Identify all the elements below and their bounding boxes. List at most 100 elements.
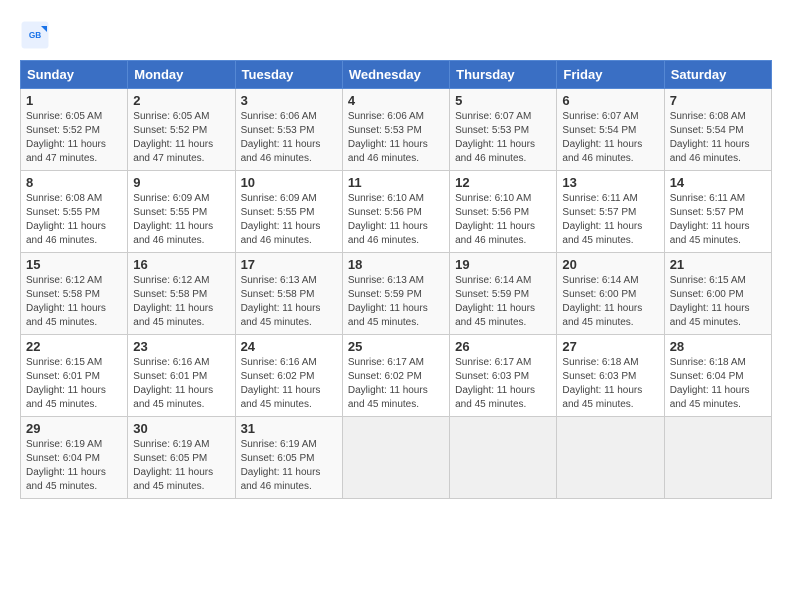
- day-number: 30: [133, 421, 229, 436]
- day-number: 25: [348, 339, 444, 354]
- day-number: 16: [133, 257, 229, 272]
- calendar-cell: 2 Sunrise: 6:05 AMSunset: 5:52 PMDaylight…: [128, 89, 235, 171]
- calendar-cell: 25 Sunrise: 6:17 AMSunset: 6:02 PMDayligh…: [342, 335, 449, 417]
- day-info: Sunrise: 6:05 AMSunset: 5:52 PMDaylight:…: [133, 110, 229, 166]
- header-cell-saturday: Saturday: [664, 61, 771, 89]
- calendar-cell: 8Sunrise: 6:08 AMSunset: 5:55 PMDaylight…: [21, 171, 128, 253]
- calendar-week-row: 15 Sunrise: 6:12 AMSunset: 5:58 PMDayligh…: [21, 253, 772, 335]
- calendar-cell: 6 Sunrise: 6:07 AMSunset: 5:54 PMDaylight…: [557, 89, 664, 171]
- day-info: Sunrise: 6:13 AMSunset: 5:58 PMDaylight:…: [241, 274, 337, 330]
- calendar-cell: 21 Sunrise: 6:15 AMSunset: 6:00 PMDayligh…: [664, 253, 771, 335]
- calendar-cell: 20 Sunrise: 6:14 AMSunset: 6:00 PMDayligh…: [557, 253, 664, 335]
- header-cell-monday: Monday: [128, 61, 235, 89]
- calendar-week-row: 29 Sunrise: 6:19 AMSunset: 6:04 PMDayligh…: [21, 417, 772, 499]
- day-info: Sunrise: 6:14 AMSunset: 6:00 PMDaylight:…: [562, 274, 658, 330]
- day-info: Sunrise: 6:17 AMSunset: 6:02 PMDaylight:…: [348, 356, 444, 412]
- day-info: Sunrise: 6:15 AMSunset: 6:00 PMDaylight:…: [670, 274, 766, 330]
- calendar-cell: 16 Sunrise: 6:12 AMSunset: 5:58 PMDayligh…: [128, 253, 235, 335]
- calendar-cell: 23 Sunrise: 6:16 AMSunset: 6:01 PMDayligh…: [128, 335, 235, 417]
- calendar-cell: 29 Sunrise: 6:19 AMSunset: 6:04 PMDayligh…: [21, 417, 128, 499]
- day-number: 1: [26, 93, 122, 108]
- day-number: 10: [241, 175, 337, 190]
- day-number: 11: [348, 175, 444, 190]
- day-number: 31: [241, 421, 337, 436]
- day-number: 28: [670, 339, 766, 354]
- day-info: Sunrise: 6:09 AMSunset: 5:55 PMDaylight:…: [241, 192, 337, 248]
- day-info: Sunrise: 6:08 AMSunset: 5:54 PMDaylight:…: [670, 110, 766, 166]
- header-cell-tuesday: Tuesday: [235, 61, 342, 89]
- calendar-cell: 12Sunrise: 6:10 AMSunset: 5:56 PMDayligh…: [450, 171, 557, 253]
- header-cell-wednesday: Wednesday: [342, 61, 449, 89]
- day-info: Sunrise: 6:16 AMSunset: 6:02 PMDaylight:…: [241, 356, 337, 412]
- day-number: 23: [133, 339, 229, 354]
- day-info: Sunrise: 6:11 AMSunset: 5:57 PMDaylight:…: [670, 192, 766, 248]
- logo: GB: [20, 20, 54, 50]
- day-info: Sunrise: 6:17 AMSunset: 6:03 PMDaylight:…: [455, 356, 551, 412]
- page-header: GB: [20, 20, 772, 50]
- day-number: 21: [670, 257, 766, 272]
- day-number: 27: [562, 339, 658, 354]
- header-cell-thursday: Thursday: [450, 61, 557, 89]
- day-info: Sunrise: 6:19 AMSunset: 6:05 PMDaylight:…: [133, 438, 229, 494]
- day-number: 6: [562, 93, 658, 108]
- day-number: 15: [26, 257, 122, 272]
- day-info: Sunrise: 6:18 AMSunset: 6:04 PMDaylight:…: [670, 356, 766, 412]
- day-number: 14: [670, 175, 766, 190]
- svg-text:GB: GB: [29, 31, 41, 40]
- day-number: 7: [670, 93, 766, 108]
- calendar-cell: 5 Sunrise: 6:07 AMSunset: 5:53 PMDaylight…: [450, 89, 557, 171]
- calendar-cell: 19Sunrise: 6:14 AMSunset: 5:59 PMDayligh…: [450, 253, 557, 335]
- day-info: Sunrise: 6:10 AMSunset: 5:56 PMDaylight:…: [455, 192, 551, 248]
- header-cell-sunday: Sunday: [21, 61, 128, 89]
- calendar-cell: [664, 417, 771, 499]
- day-info: Sunrise: 6:18 AMSunset: 6:03 PMDaylight:…: [562, 356, 658, 412]
- day-number: 2: [133, 93, 229, 108]
- day-number: 22: [26, 339, 122, 354]
- day-number: 18: [348, 257, 444, 272]
- day-info: Sunrise: 6:06 AMSunset: 5:53 PMDaylight:…: [241, 110, 337, 166]
- calendar-cell: 3Sunrise: 6:06 AMSunset: 5:53 PMDaylight…: [235, 89, 342, 171]
- calendar-cell: 4 Sunrise: 6:06 AMSunset: 5:53 PMDaylight…: [342, 89, 449, 171]
- day-number: 13: [562, 175, 658, 190]
- calendar-cell: 13 Sunrise: 6:11 AMSunset: 5:57 PMDayligh…: [557, 171, 664, 253]
- day-number: 8: [26, 175, 122, 190]
- day-info: Sunrise: 6:12 AMSunset: 5:58 PMDaylight:…: [133, 274, 229, 330]
- calendar-cell: 28 Sunrise: 6:18 AMSunset: 6:04 PMDayligh…: [664, 335, 771, 417]
- day-number: 4: [348, 93, 444, 108]
- day-info: Sunrise: 6:15 AMSunset: 6:01 PMDaylight:…: [26, 356, 122, 412]
- day-info: Sunrise: 6:09 AMSunset: 5:55 PMDaylight:…: [133, 192, 229, 248]
- day-number: 29: [26, 421, 122, 436]
- day-info: Sunrise: 6:06 AMSunset: 5:53 PMDaylight:…: [348, 110, 444, 166]
- calendar-table: SundayMondayTuesdayWednesdayThursdayFrid…: [20, 60, 772, 499]
- calendar-week-row: 1 Sunrise: 6:05 AMSunset: 5:52 PMDaylight…: [21, 89, 772, 171]
- calendar-cell: [342, 417, 449, 499]
- calendar-cell: 7 Sunrise: 6:08 AMSunset: 5:54 PMDaylight…: [664, 89, 771, 171]
- day-info: Sunrise: 6:19 AMSunset: 6:04 PMDaylight:…: [26, 438, 122, 494]
- day-number: 9: [133, 175, 229, 190]
- calendar-cell: 17Sunrise: 6:13 AMSunset: 5:58 PMDayligh…: [235, 253, 342, 335]
- calendar-week-row: 22 Sunrise: 6:15 AMSunset: 6:01 PMDayligh…: [21, 335, 772, 417]
- calendar-cell: 27 Sunrise: 6:18 AMSunset: 6:03 PMDayligh…: [557, 335, 664, 417]
- calendar-cell: 24Sunrise: 6:16 AMSunset: 6:02 PMDayligh…: [235, 335, 342, 417]
- day-number: 20: [562, 257, 658, 272]
- day-info: Sunrise: 6:05 AMSunset: 5:52 PMDaylight:…: [26, 110, 122, 166]
- calendar-header-row: SundayMondayTuesdayWednesdayThursdayFrid…: [21, 61, 772, 89]
- day-info: Sunrise: 6:07 AMSunset: 5:53 PMDaylight:…: [455, 110, 551, 166]
- calendar-cell: 22 Sunrise: 6:15 AMSunset: 6:01 PMDayligh…: [21, 335, 128, 417]
- day-number: 5: [455, 93, 551, 108]
- calendar-cell: [557, 417, 664, 499]
- day-info: Sunrise: 6:16 AMSunset: 6:01 PMDaylight:…: [133, 356, 229, 412]
- calendar-cell: 18Sunrise: 6:13 AMSunset: 5:59 PMDayligh…: [342, 253, 449, 335]
- day-info: Sunrise: 6:14 AMSunset: 5:59 PMDaylight:…: [455, 274, 551, 330]
- header-cell-friday: Friday: [557, 61, 664, 89]
- calendar-cell: 11 Sunrise: 6:10 AMSunset: 5:56 PMDayligh…: [342, 171, 449, 253]
- calendar-cell: 1 Sunrise: 6:05 AMSunset: 5:52 PMDaylight…: [21, 89, 128, 171]
- calendar-cell: [450, 417, 557, 499]
- calendar-cell: 9 Sunrise: 6:09 AMSunset: 5:55 PMDaylight…: [128, 171, 235, 253]
- calendar-week-row: 8Sunrise: 6:08 AMSunset: 5:55 PMDaylight…: [21, 171, 772, 253]
- day-info: Sunrise: 6:07 AMSunset: 5:54 PMDaylight:…: [562, 110, 658, 166]
- calendar-cell: 14 Sunrise: 6:11 AMSunset: 5:57 PMDayligh…: [664, 171, 771, 253]
- day-info: Sunrise: 6:10 AMSunset: 5:56 PMDaylight:…: [348, 192, 444, 248]
- day-info: Sunrise: 6:11 AMSunset: 5:57 PMDaylight:…: [562, 192, 658, 248]
- calendar-cell: 26Sunrise: 6:17 AMSunset: 6:03 PMDayligh…: [450, 335, 557, 417]
